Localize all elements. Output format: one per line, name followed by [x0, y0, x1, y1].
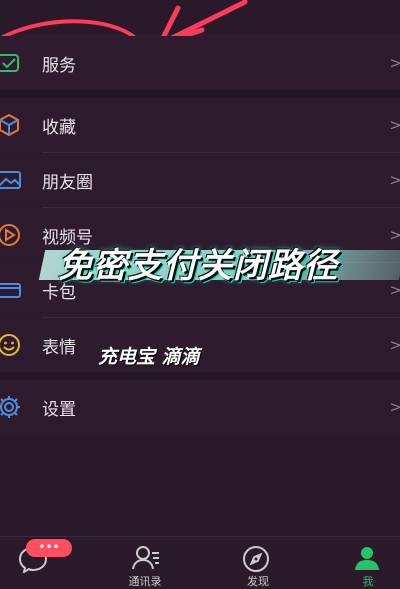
tab-contacts[interactable]: 通讯录 [105, 537, 185, 588]
tab-bar: ••• 通讯录 发现 我 [0, 536, 400, 588]
unread-badge: ••• [26, 539, 72, 557]
compass-icon [243, 546, 269, 572]
chevron-right-icon: > [389, 116, 400, 134]
menu-item-label: 服务 [42, 55, 76, 76]
section-gap [0, 372, 400, 380]
contacts-icon [132, 546, 159, 570]
menu-item-label: 设置 [42, 399, 76, 420]
person-icon [355, 547, 379, 570]
photo-icon [0, 171, 21, 189]
tab-label: 通讯录 [128, 575, 162, 588]
smiley-icon [0, 334, 20, 356]
chevron-right-icon: > [389, 54, 400, 72]
section-gap [0, 90, 400, 98]
gear-icon [0, 396, 20, 418]
tab-chats[interactable]: ••• [0, 537, 80, 583]
chevron-right-icon: > [389, 336, 400, 354]
chevron-right-icon: > [389, 171, 400, 189]
menu-item-service[interactable]: 服务 > [0, 36, 400, 90]
wallet-check-icon [0, 54, 19, 72]
menu-item-moments[interactable]: 朋友圈 > [0, 153, 400, 207]
tab-label: 我 [362, 575, 374, 588]
overlay-subtitle: 充电宝 滴滴 [98, 346, 200, 368]
menu-item-settings[interactable]: 设置 > [0, 380, 400, 434]
menu-item-label: 收藏 [42, 117, 76, 138]
card-icon [0, 283, 21, 298]
menu-item-label: 表情 [42, 337, 76, 358]
menu-item-label: 朋友圈 [42, 172, 93, 193]
empty-area [0, 434, 400, 536]
tab-discover[interactable]: 发现 [218, 537, 298, 588]
menu-item-favorites[interactable]: 收藏 > [0, 98, 400, 152]
overlay-title: 免密支付关闭路径 [58, 246, 338, 286]
play-circle-icon [0, 224, 20, 246]
tab-label: 发现 [247, 575, 269, 588]
menu-item-stickers[interactable]: 表情 > [0, 318, 400, 372]
screen: 服务 > 收藏 > 朋友圈 > 视频号 > 卡包 > 表情 > 设置 > 免密支… [0, 0, 400, 588]
tab-me[interactable]: 我 [328, 537, 400, 588]
chevron-right-icon: > [389, 398, 400, 416]
cube-icon [0, 113, 19, 137]
